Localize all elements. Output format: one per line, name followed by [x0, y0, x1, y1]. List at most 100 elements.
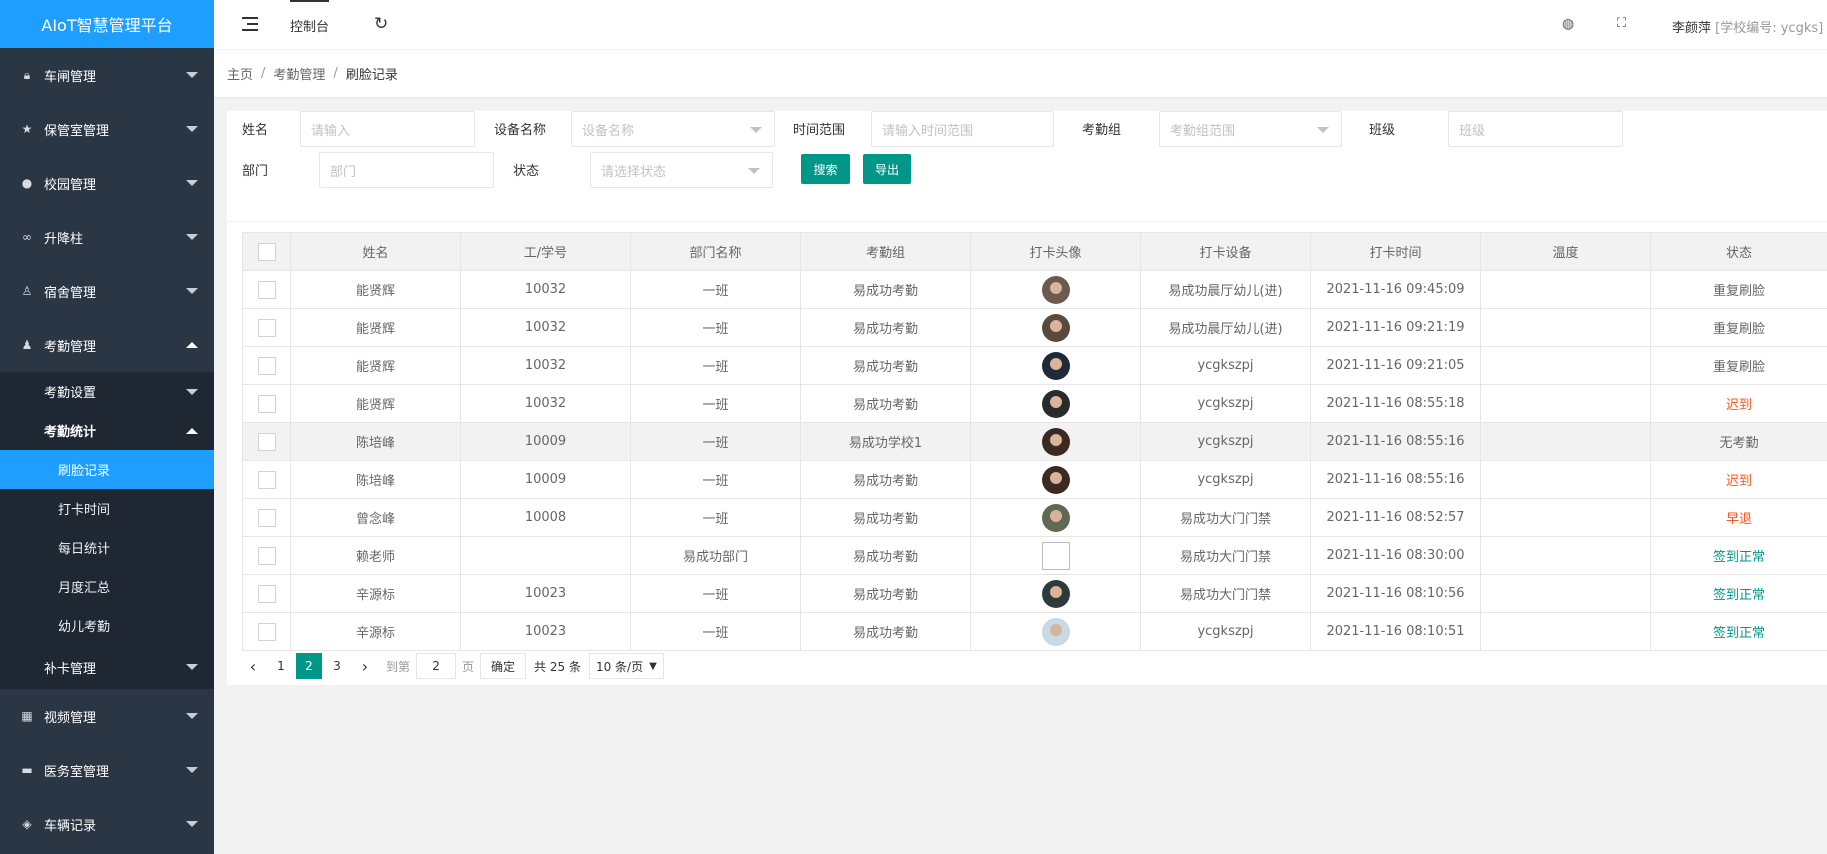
sidebar-item-makeup[interactable]: 补卡管理 [0, 645, 214, 689]
table-row[interactable]: 能贤辉 10032 一班 易成功考勤 ycgkszpj 2021-11-16 08:55:… [242, 384, 1827, 423]
cell-device: 易成功大门门禁 [1140, 574, 1311, 613]
sidebar-item-medical[interactable]: ▬ 医务室管理 [0, 743, 214, 797]
search-button[interactable]: 搜索 [801, 154, 850, 184]
row-checkbox[interactable] [257, 280, 276, 299]
row-select-cell[interactable] [242, 346, 291, 385]
menu-toggle-icon[interactable] [242, 17, 258, 31]
sidebar-item-bollard[interactable]: ∞ 升降柱 [0, 210, 214, 264]
avatar[interactable] [1041, 503, 1070, 532]
table-row[interactable]: 陈培峰 10009 一班 易成功考勤 ycgkszpj 2021-11-16 08:55:… [242, 460, 1827, 499]
sidebar-item-campus[interactable]: ● 校园管理 [0, 156, 214, 210]
row-select-cell[interactable] [242, 498, 291, 537]
sidebar: AIoT智慧管理平台 🔒︎ 车闸管理 ★ 保管室管理 ● 校园管理 ∞ 升降柱 … [0, 0, 214, 854]
cell-group: 易成功考勤 [800, 270, 971, 309]
sidebar-item-label: 考勤统计 [44, 425, 97, 440]
fullscreen-icon[interactable]: ⛶ [1617, 16, 1626, 31]
dept-input[interactable]: 部门 [319, 152, 494, 188]
breadcrumb-separator: / [261, 66, 266, 81]
breadcrumb-attendance[interactable]: 考勤管理 [273, 64, 325, 83]
prev-page-icon[interactable]: ‹ [240, 653, 266, 679]
avatar[interactable] [1041, 389, 1070, 418]
avatar[interactable] [1041, 465, 1070, 494]
cell-time: 2021-11-16 08:55:16 [1310, 422, 1481, 461]
group-select[interactable]: 考勤组范围 [1159, 111, 1342, 147]
sidebar-item-monthly-summary[interactable]: 月度汇总 [0, 567, 214, 606]
sidebar-item-daily-stats[interactable]: 每日统计 [0, 528, 214, 567]
sidebar-item-attendance-stats[interactable]: 考勤统计 [0, 411, 214, 450]
page-link-current[interactable]: 2 [296, 653, 322, 679]
sidebar-item-vehicle[interactable]: ◈ 车辆记录 [0, 797, 214, 851]
time-range-input[interactable]: 请输入时间范围 [871, 111, 1054, 147]
palette-icon[interactable]: ◍ [1562, 16, 1574, 32]
table-row[interactable]: 辛源标 10023 一班 易成功考勤 ycgkszpj 2021-11-16 08:10:… [242, 612, 1827, 651]
table-row[interactable]: 能贤辉 10032 一班 易成功考勤 易成功晨厅幼儿(进) 2021-11-16 09:4… [242, 270, 1827, 309]
row-checkbox[interactable] [257, 584, 276, 603]
cell-time: 2021-11-16 08:55:18 [1310, 384, 1481, 423]
page-link[interactable]: 3 [324, 653, 350, 679]
sidebar-item-face-records[interactable]: 刷脸记录 [0, 450, 214, 489]
tab-dashboard[interactable]: 控制台 [274, 0, 345, 50]
user-menu[interactable]: 李颜萍 [学校编号: ycgks] [1672, 17, 1823, 36]
next-page-icon[interactable]: › [352, 653, 378, 679]
row-checkbox[interactable] [257, 318, 276, 337]
avatar[interactable] [1041, 541, 1070, 570]
table-row[interactable]: 能贤辉 10032 一班 易成功考勤 ycgkszpj 2021-11-16 09:21:… [242, 346, 1827, 385]
row-checkbox[interactable] [257, 470, 276, 489]
row-select-cell[interactable] [242, 612, 291, 651]
avatar[interactable] [1041, 579, 1070, 608]
cell-group: 易成功学校1 [800, 422, 971, 461]
sidebar-item-attendance[interactable]: ♟ 考勤管理 [0, 318, 214, 372]
sidebar-item-child-attendance[interactable]: 幼儿考勤 [0, 606, 214, 645]
row-select-cell[interactable] [242, 460, 291, 499]
row-checkbox[interactable] [257, 356, 276, 375]
sidebar-item-storage[interactable]: ★ 保管室管理 [0, 102, 214, 156]
school-code: [学校编号: ycgks] [1715, 21, 1824, 36]
sidebar-item-dorm[interactable]: ♙ 宿舍管理 [0, 264, 214, 318]
page-size-select[interactable]: 10 条/页 ▼ [588, 653, 664, 679]
row-select-cell[interactable] [242, 308, 291, 347]
select-all-cell[interactable] [242, 232, 291, 271]
row-checkbox[interactable] [257, 394, 276, 413]
table-row[interactable]: 曾念峰 10008 一班 易成功考勤 易成功大门门禁 2021-11-16 08:52:5… [242, 498, 1827, 537]
row-checkbox[interactable] [257, 546, 276, 565]
cell-dept: 一班 [630, 270, 801, 309]
row-checkbox[interactable] [257, 622, 276, 641]
status-select[interactable]: 请选择状态 [590, 152, 773, 188]
cell-temperature [1480, 574, 1651, 613]
table-row[interactable]: 赖老师 易成功部门 易成功考勤 易成功大门门禁 2021-11-16 08:30:00 签… [242, 536, 1827, 575]
app-logo[interactable]: AIoT智慧管理平台 [0, 0, 214, 48]
avatar[interactable] [1041, 427, 1070, 456]
avatar[interactable] [1041, 351, 1070, 380]
cell-temperature [1480, 308, 1651, 347]
goto-confirm-button[interactable]: 确定 [480, 653, 527, 679]
row-select-cell[interactable] [242, 536, 291, 575]
avatar[interactable] [1041, 617, 1070, 646]
goto-page-input[interactable]: 2 [416, 653, 457, 679]
sidebar-item-gate[interactable]: 🔒︎ 车闸管理 [0, 48, 214, 102]
sidebar-item-video[interactable]: ▦ 视频管理 [0, 689, 214, 743]
table-row[interactable]: 辛源标 10023 一班 易成功考勤 易成功大门门禁 2021-11-16 08:10:5… [242, 574, 1827, 613]
row-select-cell[interactable] [242, 422, 291, 461]
table-row[interactable]: 能贤辉 10032 一班 易成功考勤 易成功晨厅幼儿(进) 2021-11-16 09:2… [242, 308, 1827, 347]
class-input[interactable]: 班级 [1448, 111, 1623, 147]
column-header: 打卡时间 [1310, 232, 1481, 271]
sidebar-item-punch-time[interactable]: 打卡时间 [0, 489, 214, 528]
row-select-cell[interactable] [242, 384, 291, 423]
box-icon: ◈ [22, 817, 32, 831]
row-select-cell[interactable] [242, 270, 291, 309]
name-input[interactable]: 请输入 [300, 111, 475, 147]
export-button[interactable]: 导出 [863, 154, 911, 184]
breadcrumb-home[interactable]: 主页 [227, 64, 253, 83]
select-all-checkbox[interactable] [257, 242, 276, 261]
chevron-down-icon [186, 664, 198, 670]
table-row[interactable]: 陈培峰 10009 一班 易成功学校1 ycgkszpj 2021-11-16 08:55… [242, 422, 1827, 461]
device-select[interactable]: 设备名称 [571, 111, 775, 147]
sidebar-item-attendance-settings[interactable]: 考勤设置 [0, 372, 214, 411]
refresh-icon[interactable]: ↻ [374, 14, 388, 34]
page-link[interactable]: 1 [268, 653, 294, 679]
row-checkbox[interactable] [257, 432, 276, 451]
row-select-cell[interactable] [242, 574, 291, 613]
avatar[interactable] [1041, 313, 1070, 342]
avatar[interactable] [1041, 275, 1070, 304]
row-checkbox[interactable] [257, 508, 276, 527]
